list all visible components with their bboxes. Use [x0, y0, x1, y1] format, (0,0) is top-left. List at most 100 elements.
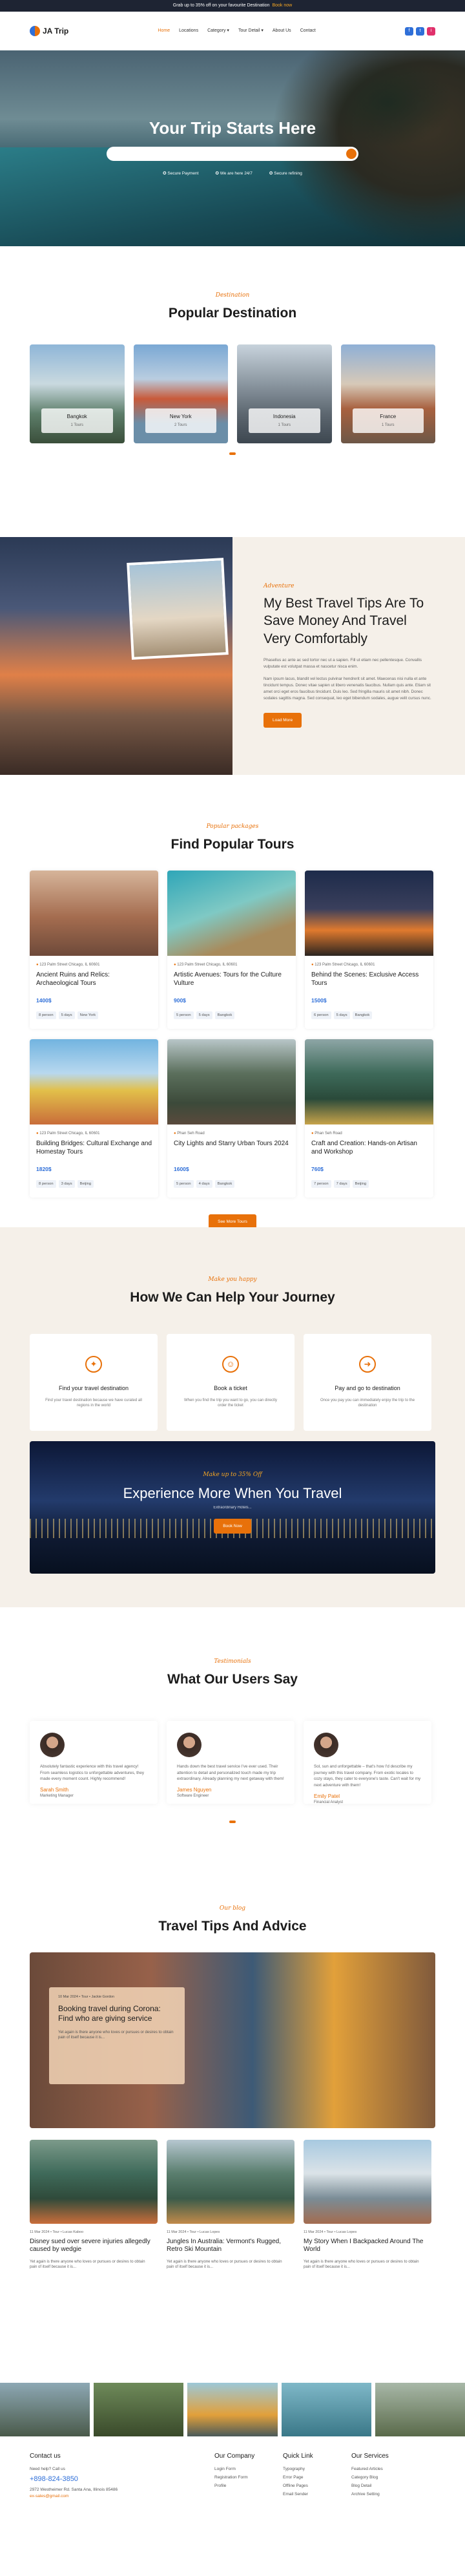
post-excerpt: Yet again is there anyone who loves or p…	[304, 2259, 419, 2270]
book-now-button[interactable]: Book Now	[214, 1518, 251, 1534]
tour-meta: 5 person 5 days Bangkok	[174, 1011, 289, 1020]
destination-card-new-york[interactable]: New York 2 Tours	[133, 344, 228, 443]
post-title[interactable]: My Story When I Backpacked Around The Wo…	[304, 2238, 431, 2254]
tour-card[interactable]: ● Phan Seh Road Craft and Creation: Hand…	[305, 1039, 433, 1198]
post-meta: 11 Mar 2024 • Tour • Lucas Lopes	[167, 2230, 220, 2234]
help-card-text: When you find the trip you want to go, y…	[183, 1398, 278, 1408]
couple-image	[127, 558, 229, 660]
testimonial-name: Sarah Smith	[40, 1787, 69, 1793]
footer-link[interactable]: Profile	[214, 2483, 283, 2489]
featured-post[interactable]: 10 Mar 2024 • Tour • Jackie Gordon Booki…	[30, 1952, 435, 2128]
testimonial-role: Marketing Manager	[40, 1794, 74, 1799]
carousel-dots[interactable]	[0, 452, 465, 455]
tour-title[interactable]: Building Bridges: Cultural Exchange and …	[36, 1140, 152, 1165]
tour-title[interactable]: Craft and Creation: Hands-on Artisan and…	[311, 1140, 427, 1165]
footer-link[interactable]: Category Blog	[351, 2475, 416, 2480]
blog-card[interactable]: 11 Mar 2024 • Tour • Lucas Kaboo Disney …	[30, 2139, 158, 2270]
footer-phone[interactable]: +898-824-3850	[30, 2475, 214, 2484]
destination-title: Popular Destination	[168, 305, 297, 321]
hero-title: Your Trip Starts Here	[149, 118, 316, 138]
tours-eyebrow: Popular packages	[206, 823, 259, 830]
tour-location: ● Phan Seh Road	[174, 1131, 205, 1135]
tour-card[interactable]: ● Phan Seh Road City Lights and Starry U…	[167, 1039, 296, 1198]
footer-link[interactable]: Offline Pages	[283, 2483, 351, 2489]
destination-card-indonesia[interactable]: Indonesia 1 Tours	[237, 344, 332, 443]
testimonials-eyebrow: Testimonials	[214, 1658, 251, 1665]
banner-title: Experience More When You Travel	[123, 1484, 342, 1501]
carousel-dots[interactable]	[0, 1820, 465, 1823]
menu-item-locations[interactable]: Locations	[179, 28, 198, 34]
tour-card[interactable]: ● 123 Palm Street Chicago, IL 60601 Buil…	[30, 1039, 158, 1198]
tour-card[interactable]: ● 123 Palm Street Chicago, IL 60601 Anci…	[30, 870, 158, 1029]
footer-link[interactable]: Featured Articles	[351, 2466, 416, 2472]
help-card: ✦ Find your travel destination Find your…	[30, 1333, 158, 1431]
banner-eyebrow: Make up to 35% Off	[203, 1471, 262, 1478]
footer-link[interactable]: Blog Detail	[351, 2483, 416, 2489]
blog-card[interactable]: 11 Mar 2024 • Tour • Lucas Lopes Jungles…	[167, 2139, 294, 2270]
tour-price: 1400$	[36, 997, 52, 1004]
tour-title[interactable]: Artistic Avenues: Tours for the Culture …	[174, 971, 289, 996]
testimonials-section: Testimonials What Our Users Say Absolute…	[0, 1607, 465, 1879]
menu-item-category[interactable]: Category ▾	[207, 28, 229, 34]
footer-link[interactable]: Typography	[283, 2466, 351, 2472]
menu-item-tour-detail[interactable]: Tour Detail ▾	[238, 28, 264, 34]
footer-link[interactable]: Archive Setting	[351, 2491, 416, 2497]
post-meta: 11 Mar 2024 • Tour • Lucas Kaboo	[30, 2230, 84, 2234]
post-image	[167, 2139, 294, 2224]
logo[interactable]: JA Trip	[30, 25, 68, 37]
instagram-icon[interactable]: i	[427, 26, 435, 36]
tour-image	[305, 870, 433, 956]
testimonial-text: Sol, sun and unforgettable – that's how …	[314, 1764, 421, 1788]
tour-title[interactable]: Ancient Ruins and Relics: Archaeological…	[36, 971, 152, 996]
promo-bar: Grab up to 35% off on your favourite Des…	[0, 0, 465, 12]
post-title[interactable]: Disney sued over severe injuries alleged…	[30, 2238, 158, 2254]
footer-email[interactable]: ex-sales@gmail.com	[30, 2493, 214, 2499]
footer-link[interactable]: Login Form	[214, 2466, 283, 2472]
testimonial-text: Absolutely fantastic experience with thi…	[40, 1764, 144, 1782]
twitter-icon[interactable]: t	[416, 26, 424, 36]
sunset-group-image	[0, 537, 232, 775]
experience-banner: Make up to 35% Off Experience More When …	[30, 1441, 435, 1574]
tour-meta: 8 person 5 days New York	[36, 1011, 152, 1020]
book-now-link[interactable]: Book now	[272, 3, 292, 9]
gallery-image[interactable]	[375, 2383, 465, 2436]
load-more-button[interactable]: Load More	[264, 713, 302, 728]
gallery-image[interactable]	[94, 2383, 184, 2436]
hero-features: ✪ Secure Payment ✪ We are here 24/7 ✪ Se…	[0, 171, 465, 176]
tour-title[interactable]: City Lights and Starry Urban Tours 2024	[174, 1140, 289, 1165]
footer-link[interactable]: Error Page	[283, 2475, 351, 2480]
gallery-image[interactable]	[187, 2383, 278, 2436]
avatar	[40, 1732, 65, 1757]
tour-meta: 6 person 5 days Bangkok	[311, 1011, 427, 1020]
menu-item-about[interactable]: About Us	[273, 28, 291, 34]
blog-eyebrow: Our blog	[219, 1905, 246, 1912]
facebook-icon[interactable]: f	[405, 26, 413, 36]
menu-item-contact[interactable]: Contact	[300, 28, 316, 34]
destination-card-bangkok[interactable]: Bangkok 1 Tours	[30, 344, 125, 443]
blog-card[interactable]: 11 Mar 2024 • Tour • Lucas Lopes My Stor…	[304, 2139, 431, 2270]
tour-card[interactable]: ● 123 Palm Street Chicago, IL 60601 Arti…	[167, 870, 296, 1029]
testimonial-card: Absolutely fantastic experience with thi…	[30, 1720, 158, 1804]
tours-title: Find Popular Tours	[170, 836, 294, 852]
feature-secure-payment: ✪ Secure Payment	[163, 171, 199, 176]
footer-link[interactable]: Email Sender	[283, 2491, 351, 2497]
gallery-image[interactable]	[281, 2383, 371, 2436]
tour-card[interactable]: ● 123 Palm Street Chicago, IL 60601 Behi…	[305, 870, 433, 1029]
footer-company-title: Our Company	[214, 2453, 255, 2460]
tour-title[interactable]: Behind the Scenes: Exclusive Access Tour…	[311, 971, 427, 996]
footer-link[interactable]: Registration Form	[214, 2475, 283, 2480]
footer-quick-links: Quick Link Typography Error Page Offline…	[283, 2452, 351, 2504]
post-title[interactable]: Booking travel during Corona: Find who a…	[58, 2004, 176, 2023]
destination-label: New York 2 Tours	[145, 408, 216, 433]
destination-eyebrow: Destination	[215, 292, 250, 299]
post-title[interactable]: Jungles In Australia: Vermont's Rugged, …	[167, 2238, 294, 2254]
logo-icon	[30, 25, 40, 36]
search-input[interactable]	[107, 147, 358, 161]
gallery-image[interactable]	[0, 2383, 90, 2436]
search-button[interactable]	[346, 149, 356, 159]
menu-item-home[interactable]: Home	[158, 28, 170, 34]
footer-company: Our Company Login Form Registration Form…	[214, 2452, 283, 2504]
tips-eyebrow: Adventure	[264, 583, 294, 589]
destination-card-france[interactable]: France 1 Tours	[340, 344, 435, 443]
help-card-title: Pay and go to destination	[335, 1384, 400, 1391]
